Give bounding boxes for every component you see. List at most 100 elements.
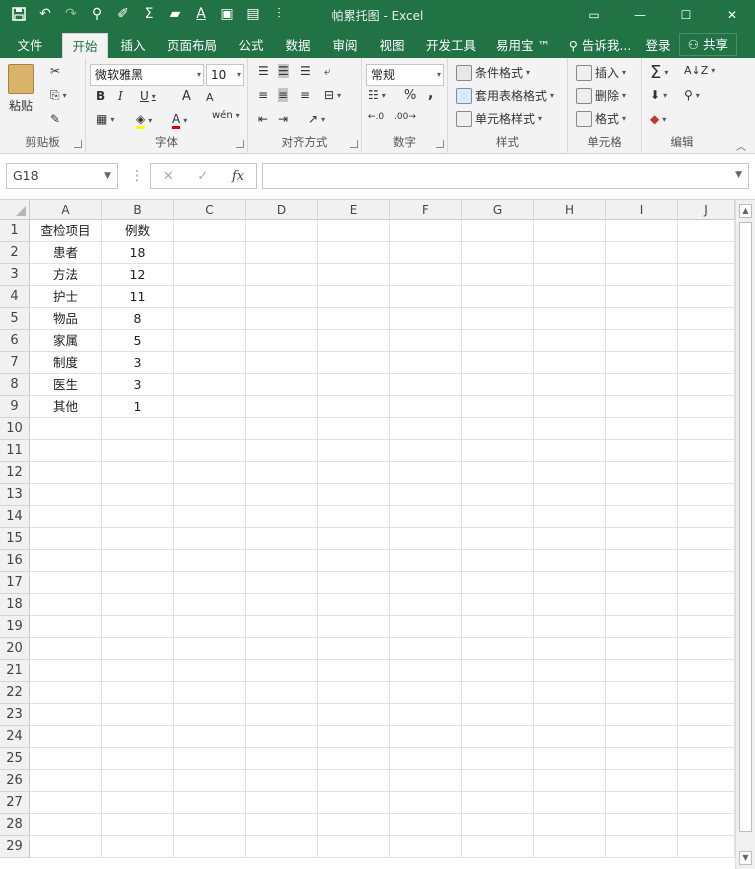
- cell-C29[interactable]: [174, 836, 246, 858]
- row-header-11[interactable]: 11: [0, 440, 30, 462]
- tab-yiyongbao[interactable]: 易用宝 ™: [490, 33, 556, 58]
- cell-H23[interactable]: [534, 704, 606, 726]
- tab-home[interactable]: 开始: [62, 33, 108, 58]
- cell-B8[interactable]: 3: [102, 374, 174, 396]
- expand-formula-bar-icon[interactable]: ▼: [735, 170, 742, 180]
- row-header-6[interactable]: 6: [0, 330, 30, 352]
- cell-B5[interactable]: 8: [102, 308, 174, 330]
- grow-font-button[interactable]: A: [182, 89, 191, 104]
- cell-H26[interactable]: [534, 770, 606, 792]
- cell-A12[interactable]: [30, 462, 102, 484]
- cell-B21[interactable]: [102, 660, 174, 682]
- cell-I14[interactable]: [606, 506, 678, 528]
- shrink-font-button[interactable]: A: [206, 91, 214, 104]
- cell-J9[interactable]: [678, 396, 735, 418]
- cell-I18[interactable]: [606, 594, 678, 616]
- cell-J2[interactable]: [678, 242, 735, 264]
- cell-J3[interactable]: [678, 264, 735, 286]
- cell-F11[interactable]: [390, 440, 462, 462]
- cell-A14[interactable]: [30, 506, 102, 528]
- clipboard-launcher-icon[interactable]: [74, 140, 82, 148]
- cell-E5[interactable]: [318, 308, 390, 330]
- cell-D22[interactable]: [246, 682, 318, 704]
- column-header-D[interactable]: D: [246, 200, 318, 220]
- cell-F14[interactable]: [390, 506, 462, 528]
- cell-C27[interactable]: [174, 792, 246, 814]
- cell-C1[interactable]: [174, 220, 246, 242]
- cut-icon[interactable]: ✂: [50, 64, 60, 78]
- cell-G16[interactable]: [462, 550, 534, 572]
- fill-color-icon[interactable]: ◈ ▾: [136, 112, 152, 129]
- align-bottom-icon[interactable]: ☰: [300, 64, 311, 78]
- cell-styles-button[interactable]: 单元格样式 ▾: [456, 110, 542, 127]
- cell-F25[interactable]: [390, 748, 462, 770]
- row-header-22[interactable]: 22: [0, 682, 30, 704]
- cell-I25[interactable]: [606, 748, 678, 770]
- cell-H22[interactable]: [534, 682, 606, 704]
- row-header-20[interactable]: 20: [0, 638, 30, 660]
- cell-E27[interactable]: [318, 792, 390, 814]
- decrease-decimal-icon[interactable]: .00→: [394, 112, 416, 122]
- row-header-13[interactable]: 13: [0, 484, 30, 506]
- formula-bar-splitter[interactable]: ⋮: [130, 168, 144, 184]
- cell-J24[interactable]: [678, 726, 735, 748]
- cell-I28[interactable]: [606, 814, 678, 836]
- cell-I26[interactable]: [606, 770, 678, 792]
- cell-B1[interactable]: 例数: [102, 220, 174, 242]
- cell-D10[interactable]: [246, 418, 318, 440]
- row-header-24[interactable]: 24: [0, 726, 30, 748]
- name-box-dropdown-icon[interactable]: ▼: [104, 164, 111, 188]
- tab-formulas[interactable]: 公式: [231, 33, 271, 58]
- cell-H17[interactable]: [534, 572, 606, 594]
- cell-A7[interactable]: 制度: [30, 352, 102, 374]
- cell-J11[interactable]: [678, 440, 735, 462]
- cell-J19[interactable]: [678, 616, 735, 638]
- cell-I17[interactable]: [606, 572, 678, 594]
- cell-C8[interactable]: [174, 374, 246, 396]
- cell-B29[interactable]: [102, 836, 174, 858]
- cell-G25[interactable]: [462, 748, 534, 770]
- cell-G8[interactable]: [462, 374, 534, 396]
- row-header-15[interactable]: 15: [0, 528, 30, 550]
- cell-I5[interactable]: [606, 308, 678, 330]
- cell-G27[interactable]: [462, 792, 534, 814]
- cell-E10[interactable]: [318, 418, 390, 440]
- cell-G5[interactable]: [462, 308, 534, 330]
- row-header-5[interactable]: 5: [0, 308, 30, 330]
- enter-icon[interactable]: ✓: [197, 169, 208, 184]
- column-header-B[interactable]: B: [102, 200, 174, 220]
- cell-D3[interactable]: [246, 264, 318, 286]
- cell-I4[interactable]: [606, 286, 678, 308]
- cell-G14[interactable]: [462, 506, 534, 528]
- percent-style-button[interactable]: %: [404, 88, 416, 103]
- cell-F3[interactable]: [390, 264, 462, 286]
- cell-B7[interactable]: 3: [102, 352, 174, 374]
- cell-A6[interactable]: 家属: [30, 330, 102, 352]
- row-header-3[interactable]: 3: [0, 264, 30, 286]
- cell-D14[interactable]: [246, 506, 318, 528]
- cell-J16[interactable]: [678, 550, 735, 572]
- cell-C21[interactable]: [174, 660, 246, 682]
- user-add-icon[interactable]: ⚲: [86, 3, 108, 25]
- column-header-A[interactable]: A: [30, 200, 102, 220]
- cell-A25[interactable]: [30, 748, 102, 770]
- cell-H18[interactable]: [534, 594, 606, 616]
- cell-F24[interactable]: [390, 726, 462, 748]
- cell-D5[interactable]: [246, 308, 318, 330]
- fill-down-icon[interactable]: ⬇ ▾: [650, 88, 667, 102]
- cell-E23[interactable]: [318, 704, 390, 726]
- merge-center-icon[interactable]: ⊟ ▾: [324, 88, 341, 102]
- cell-I8[interactable]: [606, 374, 678, 396]
- cell-E12[interactable]: [318, 462, 390, 484]
- cancel-icon[interactable]: ✕: [163, 169, 174, 184]
- delete-cells-button[interactable]: 删除 ▾: [576, 87, 626, 104]
- cell-F29[interactable]: [390, 836, 462, 858]
- cell-H20[interactable]: [534, 638, 606, 660]
- row-header-26[interactable]: 26: [0, 770, 30, 792]
- cell-I3[interactable]: [606, 264, 678, 286]
- cell-A26[interactable]: [30, 770, 102, 792]
- tab-review[interactable]: 审阅: [325, 33, 365, 58]
- cell-G17[interactable]: [462, 572, 534, 594]
- cell-F2[interactable]: [390, 242, 462, 264]
- cell-B18[interactable]: [102, 594, 174, 616]
